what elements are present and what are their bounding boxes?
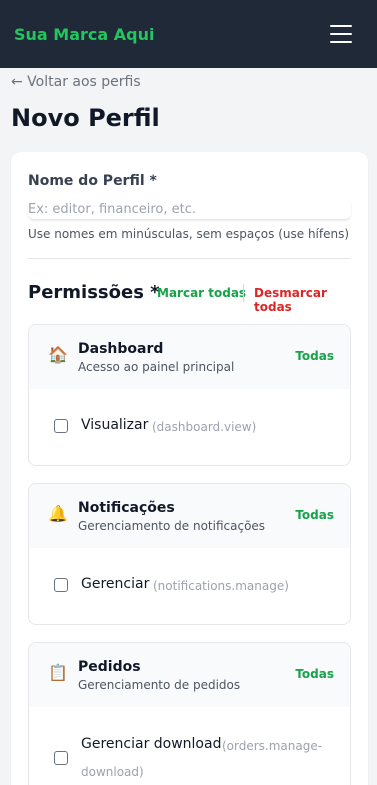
permissions-title: Permissões * [28,282,160,303]
permission-label[interactable]: Visualizar [81,417,148,433]
permission-code: (notifications.manage) [153,579,289,593]
profile-form-card: Nome do Perfil * Use nomes em minúsculas… [11,152,368,785]
permission-group-description: Acesso ao painel principal [78,360,235,374]
top-navbar: Sua Marca Aqui [0,0,377,68]
permission-code-line1: (orders.manage- [222,739,323,753]
menu-icon[interactable] [330,25,352,43]
permission-group-description: Gerenciamento de notificações [78,519,266,533]
permission-group-orders: 📋 Pedidos Gerenciamento de pedidos Todas… [28,642,351,785]
permission-checkbox[interactable] [54,419,68,433]
permission-group-name: Dashboard [78,341,164,357]
group-select-all-button[interactable]: Todas [295,508,334,522]
group-select-all-button[interactable]: Todas [295,667,334,681]
section-divider [28,258,351,259]
permission-item: Visualizar (dashboard.view) [29,389,350,465]
action-separator [243,284,244,302]
unmark-all-button[interactable]: Desmarcar todas [254,286,368,314]
permission-group-header: 📋 Pedidos Gerenciamento de pedidos Todas [29,643,350,707]
permission-code: (dashboard.view) [152,420,257,434]
profile-name-input[interactable] [28,199,351,220]
permission-group-description: Gerenciamento de pedidos [78,678,241,692]
permission-code-line2: download) [81,765,144,779]
permission-item: Gerenciar (notifications.manage) [29,548,350,624]
permission-checkbox[interactable] [54,751,68,765]
bell-icon: 🔔 [48,506,68,523]
permission-item: Gerenciar download (orders.manage- downl… [29,707,350,785]
house-icon: 🏠 [48,347,68,364]
permission-label[interactable]: Gerenciar download [81,736,221,752]
profile-name-help: Use nomes em minúsculas, sem espaços (us… [28,227,350,241]
brand-logo-text[interactable]: Sua Marca Aqui [14,25,154,44]
permission-group-dashboard: 🏠 Dashboard Acesso ao painel principal T… [28,324,351,466]
group-select-all-button[interactable]: Todas [295,349,334,363]
page-title: Novo Perfil [11,104,160,132]
permission-label[interactable]: Gerenciar [81,576,149,592]
clipboard-icon: 📋 [48,665,68,682]
permission-group-name: Notificações [78,500,175,516]
profile-name-label: Nome do Perfil * [28,173,157,189]
permission-group-notifications: 🔔 Notificações Gerenciamento de notifica… [28,483,351,625]
back-to-profiles-link[interactable]: ← Voltar aos perfis [11,74,141,90]
permission-group-name: Pedidos [78,659,141,675]
permission-group-header: 🔔 Notificações Gerenciamento de notifica… [29,484,350,548]
permission-group-header: 🏠 Dashboard Acesso ao painel principal T… [29,325,350,389]
permission-checkbox[interactable] [54,578,68,592]
mark-all-button[interactable]: Marcar todas [157,286,246,300]
